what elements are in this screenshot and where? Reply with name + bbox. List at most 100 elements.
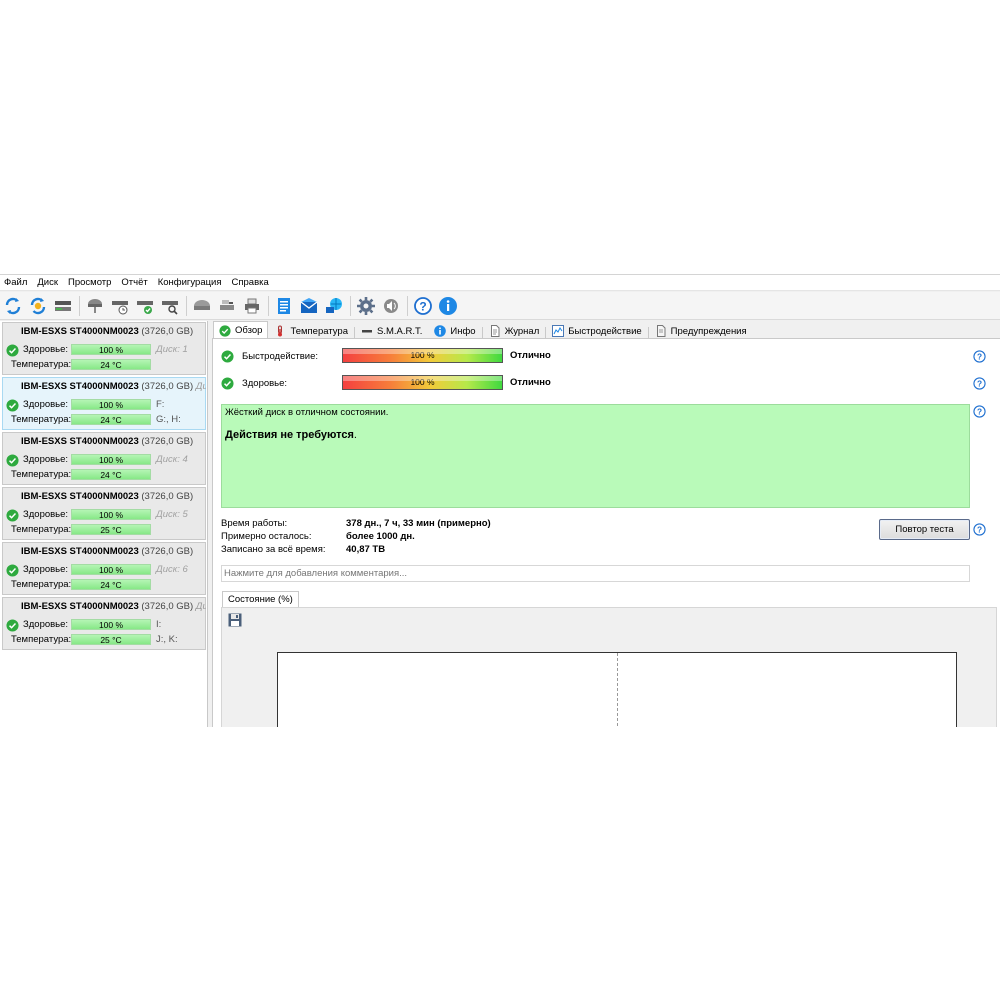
disk-health-bar: 100 % bbox=[71, 619, 151, 630]
disk-health-bar: 100 % bbox=[71, 344, 151, 355]
tab-performance[interactable]: Быстродействие bbox=[546, 322, 647, 339]
menu-report[interactable]: Отчёт bbox=[116, 275, 152, 291]
chart-gridline bbox=[617, 653, 618, 727]
action-message: Действия не требуются. bbox=[225, 429, 357, 441]
help-icon[interactable]: ? bbox=[973, 350, 986, 363]
menu-disk[interactable]: Диск bbox=[32, 275, 63, 291]
disk-temp-bar: 24 °C bbox=[71, 359, 151, 370]
hdd-check-icon[interactable] bbox=[134, 295, 156, 317]
remaining-label: Примерно осталось: bbox=[221, 531, 312, 542]
menu-view[interactable]: Просмотр bbox=[63, 275, 116, 291]
disk-card[interactable]: IBM-ESXS ST4000NM0023 (3726,0 GB) Здоров… bbox=[2, 487, 206, 540]
help-icon[interactable]: ? bbox=[412, 295, 434, 317]
refresh-all-icon[interactable] bbox=[27, 295, 49, 317]
tab-warnings[interactable]: Предупреждения bbox=[649, 322, 753, 339]
state-chart-panel bbox=[221, 607, 997, 727]
tab-smart[interactable]: S.M.A.R.T. bbox=[355, 322, 428, 339]
hdd-clock-icon[interactable] bbox=[109, 295, 131, 317]
settings-icon[interactable] bbox=[355, 295, 377, 317]
disk-card[interactable]: IBM-ESXS ST4000NM0023 (3726,0 GB) Здоров… bbox=[2, 322, 206, 375]
remaining-value: более 1000 дн. bbox=[346, 531, 415, 542]
svg-text:?: ? bbox=[977, 379, 982, 389]
disk-health-bar: 100 % bbox=[71, 454, 151, 465]
toolbar-separator bbox=[79, 295, 80, 316]
hdd-search-icon[interactable] bbox=[159, 295, 181, 317]
help-icon[interactable]: ? bbox=[973, 405, 986, 418]
printer-icon[interactable] bbox=[241, 295, 263, 317]
tab-overview[interactable]: Обзор bbox=[213, 321, 269, 339]
disk-card[interactable]: IBM-ESXS ST4000NM0023 (3726,0 GB) Диск З… bbox=[2, 597, 206, 650]
save-icon[interactable] bbox=[228, 613, 242, 627]
tab-info[interactable]: Инфо bbox=[428, 322, 481, 339]
tab-log[interactable]: Журнал bbox=[483, 322, 546, 339]
hdd-icon[interactable] bbox=[84, 295, 106, 317]
smart-icon bbox=[361, 325, 373, 337]
hdd-gray-icon[interactable] bbox=[191, 295, 213, 317]
disk-temp-label: Температура: bbox=[11, 634, 72, 645]
disk-health-label: Здоровье: bbox=[23, 619, 69, 630]
menu-bar: Файл Диск Просмотр Отчёт Конфигурация Сп… bbox=[0, 275, 1000, 291]
menu-configuration[interactable]: Конфигурация bbox=[153, 275, 227, 291]
tab-state-percent[interactable]: Состояние (%) bbox=[222, 591, 299, 608]
check-circle-icon bbox=[221, 349, 234, 363]
check-circle-icon bbox=[219, 324, 231, 337]
network-icon[interactable] bbox=[323, 295, 345, 317]
hdd-tools-icon[interactable] bbox=[216, 295, 238, 317]
disk-name: IBM-ESXS ST4000NM0023 (3726,0 GB) Диск bbox=[21, 601, 206, 612]
app-window: Файл Диск Просмотр Отчёт Конфигурация Сп… bbox=[0, 274, 1000, 727]
written-row: Записано за всё время: 40,87 TB bbox=[221, 543, 491, 556]
performance-bar: 100 % bbox=[342, 348, 503, 363]
uptime-row: Время работы: 378 дн., 7 ч, 33 мин (прим… bbox=[221, 517, 491, 530]
tab-bar: Обзор Температура S.M.A.R.T. Инфо Журнал… bbox=[213, 321, 753, 339]
disk-icon[interactable] bbox=[52, 295, 74, 317]
retest-button[interactable]: Повтор теста bbox=[879, 519, 970, 540]
disk-card[interactable]: IBM-ESXS ST4000NM0023 (3726,0 GB) Здоров… bbox=[2, 432, 206, 485]
status-message: Жёсткий диск в отличном состоянии. bbox=[225, 407, 389, 418]
disk-temp-bar: 25 °C bbox=[71, 524, 151, 535]
disk-drive-letters: I: bbox=[156, 619, 162, 630]
disk-temp-label: Температура: bbox=[11, 359, 72, 370]
disk-card-selected[interactable]: IBM-ESXS ST4000NM0023 (3726,0 GB) Диск З… bbox=[2, 377, 206, 430]
health-status: Отлично bbox=[510, 377, 551, 388]
help-icon[interactable]: ? bbox=[973, 523, 986, 536]
disk-temp-label: Температура: bbox=[11, 414, 72, 425]
help-icon[interactable]: ? bbox=[973, 377, 986, 390]
toolbar: ? bbox=[0, 292, 1000, 320]
disk-number: Диск: 5 bbox=[156, 509, 188, 520]
sound-icon[interactable] bbox=[380, 295, 402, 317]
status-message-box: Жёсткий диск в отличном состоянии. Дейст… bbox=[221, 404, 970, 508]
disk-name: IBM-ESXS ST4000NM0023 (3726,0 GB) bbox=[21, 491, 194, 502]
disk-health-bar: 100 % bbox=[71, 399, 151, 410]
toolbar-separator bbox=[407, 295, 408, 316]
disk-temp-bar: 24 °C bbox=[71, 469, 151, 480]
clipboard-icon[interactable] bbox=[273, 295, 295, 317]
disk-card[interactable]: IBM-ESXS ST4000NM0023 (3726,0 GB) Здоров… bbox=[2, 542, 206, 595]
document-icon bbox=[489, 325, 501, 337]
refresh-icon[interactable] bbox=[2, 295, 24, 317]
disk-temp-label: Температура: bbox=[11, 579, 72, 590]
uptime-label: Время работы: bbox=[221, 518, 288, 529]
performance-label: Быстродействие: bbox=[242, 350, 319, 362]
disk-health-bar: 100 % bbox=[71, 509, 151, 520]
tab-label: Обзор bbox=[235, 325, 263, 336]
check-circle-icon bbox=[221, 376, 234, 390]
tab-label: Предупреждения bbox=[670, 325, 747, 337]
tab-temperature[interactable]: Температура bbox=[268, 322, 354, 339]
tab-label: Инфо bbox=[450, 325, 476, 337]
menu-file[interactable]: Файл bbox=[0, 275, 32, 291]
disk-health-label: Здоровье: bbox=[23, 509, 69, 520]
info-icon[interactable] bbox=[437, 295, 459, 317]
comment-input[interactable]: Нажмите для добавления комментария... bbox=[221, 565, 970, 582]
disk-name: IBM-ESXS ST4000NM0023 (3726,0 GB) bbox=[21, 436, 194, 447]
disk-name: IBM-ESXS ST4000NM0023 (3726,0 GB) bbox=[21, 326, 194, 337]
toolbar-separator bbox=[268, 295, 269, 316]
svg-text:?: ? bbox=[977, 525, 982, 535]
tab-label: S.M.A.R.T. bbox=[377, 325, 423, 337]
check-circle-icon bbox=[6, 564, 19, 577]
menu-help[interactable]: Справка bbox=[227, 275, 274, 291]
check-circle-icon bbox=[6, 399, 19, 412]
svg-text:?: ? bbox=[419, 299, 426, 313]
health-label: Здоровье: bbox=[242, 377, 288, 389]
mail-icon[interactable] bbox=[298, 295, 320, 317]
performance-chart-icon bbox=[552, 325, 565, 337]
